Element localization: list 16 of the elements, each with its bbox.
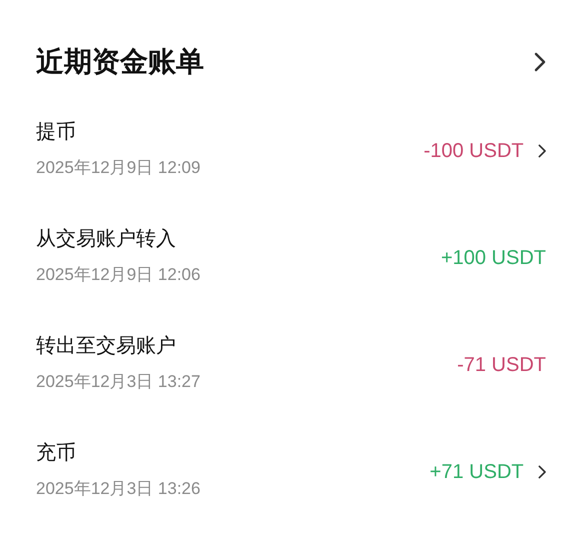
record-amount: +100 USDT bbox=[440, 246, 546, 270]
record-title: 充币 bbox=[36, 440, 77, 466]
record-time: 2025年12月9日 12:06 bbox=[36, 264, 200, 286]
record-amount: -100 USDT bbox=[424, 138, 524, 164]
record-amount: +71 USDT bbox=[430, 460, 524, 484]
record-time: 2025年12月9日 12:09 bbox=[36, 156, 200, 179]
chevron-right-icon[interactable] bbox=[534, 52, 546, 72]
record-time: 2025年12月3日 13:26 bbox=[36, 478, 200, 500]
record-title: 转出至交易账户 bbox=[36, 334, 177, 359]
record-amount: -71 USDT bbox=[457, 352, 546, 378]
section-title: 近期资金账单 bbox=[36, 45, 204, 79]
chevron-right-icon[interactable] bbox=[538, 144, 546, 158]
record-title: 从交易账户转入 bbox=[36, 226, 177, 252]
record-time: 2025年12月3日 13:27 bbox=[36, 370, 200, 393]
record-title: 提币 bbox=[36, 120, 77, 145]
chevron-right-icon[interactable] bbox=[538, 464, 546, 478]
